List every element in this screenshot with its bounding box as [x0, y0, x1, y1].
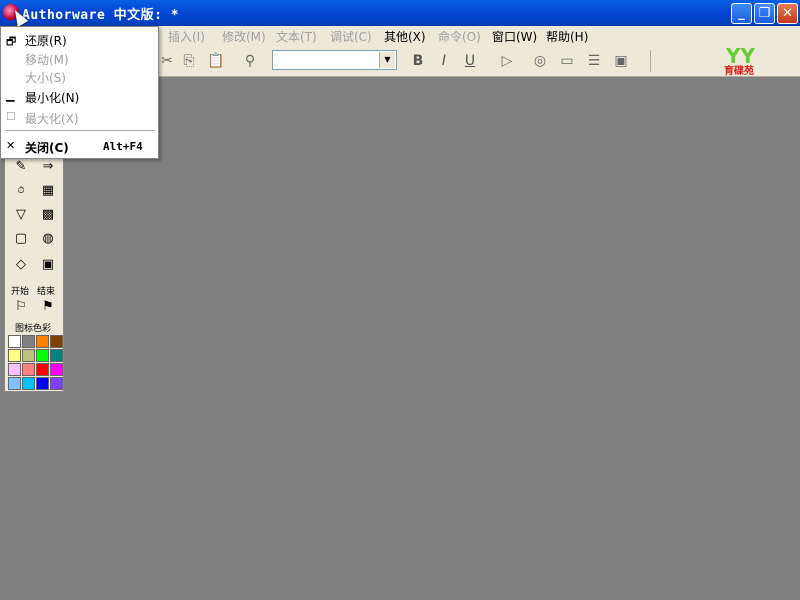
navigate-icon[interactable]: ⇒ — [38, 157, 58, 177]
color-swatch[interactable] — [36, 335, 49, 348]
menu-help[interactable]: 帮助(H) — [546, 28, 588, 45]
color-swatch[interactable] — [50, 349, 63, 362]
find-icon[interactable]: ⚲ — [241, 52, 259, 70]
end-flag-label: 结束 — [37, 287, 56, 297]
close-shortcut: Alt+F4 — [103, 140, 143, 153]
end-flag-icon[interactable]: ⚑ — [38, 297, 58, 317]
underline-button[interactable]: U — [461, 52, 479, 70]
framework-icon[interactable]: ▦ — [38, 181, 58, 201]
color-swatch[interactable] — [8, 335, 21, 348]
color-swatch[interactable] — [8, 377, 21, 390]
system-menu-minimize[interactable]: 最小化(N) — [25, 89, 79, 106]
color-swatch[interactable] — [50, 335, 63, 348]
color-swatch[interactable] — [36, 363, 49, 376]
decision-icon[interactable]: ▽ — [11, 205, 31, 225]
maximize-icon: ☐ — [6, 110, 16, 123]
system-menu: 🗗 还原(R) 移动(M) 大小(S) ▁ 最小化(N) ☐ 最大化(X) ✕ … — [0, 26, 159, 159]
toolbar-separator — [650, 50, 651, 72]
menu-insert[interactable]: 插入(I) — [168, 28, 205, 45]
start-flag-icon[interactable]: ⚐ — [11, 297, 31, 317]
start-flag-label: 开始 — [11, 287, 30, 297]
interaction-icon[interactable]: ◇ — [11, 255, 31, 275]
menu-modify[interactable]: 修改(M) — [222, 28, 266, 45]
digital-movie-icon[interactable]: ▩ — [38, 205, 58, 225]
knowledge-objects-icon[interactable]: ▣ — [612, 52, 630, 70]
calculation-icon[interactable]: ▢ — [11, 229, 31, 249]
cut-icon[interactable]: ✂ — [158, 52, 176, 70]
close-icon: ✕ — [6, 139, 16, 152]
color-swatch[interactable] — [22, 349, 35, 362]
menu-divider — [5, 130, 155, 131]
system-menu-restore[interactable]: 还原(R) — [25, 32, 67, 49]
font-select[interactable]: ▼ — [272, 50, 397, 70]
variables-icon[interactable]: ☰ — [585, 52, 603, 70]
close-button[interactable]: ✕ — [777, 3, 798, 24]
system-menu-move[interactable]: 移动(M) — [25, 51, 69, 68]
control-panel-icon[interactable]: ◎ — [531, 52, 549, 70]
menu-debug[interactable]: 调试(C) — [330, 28, 372, 45]
color-swatch[interactable] — [22, 363, 35, 376]
color-swatch[interactable] — [36, 377, 49, 390]
system-menu-close[interactable]: 关闭(C) — [25, 139, 69, 156]
bold-button[interactable]: B — [409, 52, 427, 70]
menu-text[interactable]: 文本(T) — [276, 28, 317, 45]
erase-icon[interactable]: ✎ — [11, 157, 31, 177]
window-title: Authorware 中文版: * — [22, 8, 180, 23]
dvd-icon[interactable]: ◍ — [38, 229, 58, 249]
knowledge-object-icon[interactable]: ▣ — [38, 255, 58, 275]
color-swatch[interactable] — [8, 349, 21, 362]
color-swatch[interactable] — [8, 363, 21, 376]
title-bar: Authorware 中文版: * _ ❐ ✕ — [0, 0, 800, 26]
paste-icon[interactable]: 📋 — [207, 52, 225, 70]
system-menu-maximize[interactable]: 最大化(X) — [25, 110, 79, 127]
color-swatch[interactable] — [50, 377, 63, 390]
run-icon[interactable]: ▷ — [498, 52, 516, 70]
copy-icon[interactable]: ⎘ — [180, 52, 198, 70]
italic-button[interactable]: I — [435, 52, 453, 70]
color-swatch[interactable] — [36, 349, 49, 362]
color-swatch[interactable] — [22, 377, 35, 390]
minimize-button[interactable]: _ — [731, 3, 752, 24]
minimize-icon: ▁ — [6, 89, 15, 102]
icon-color-label: 图标色彩 — [15, 324, 52, 334]
wait-icon[interactable]: ⏱ — [11, 181, 31, 201]
menu-window[interactable]: 窗口(W) — [492, 28, 537, 45]
color-swatch[interactable] — [50, 363, 63, 376]
functions-icon[interactable]: ▭ — [558, 52, 576, 70]
restore-icon: 🗗 — [6, 35, 17, 48]
logo: YY 育碟苑 — [722, 44, 780, 77]
menu-other[interactable]: 其他(X) — [384, 28, 426, 45]
menu-command[interactable]: 命令(O) — [438, 28, 481, 45]
chevron-down-icon[interactable]: ▼ — [379, 52, 395, 68]
maximize-button[interactable]: ❐ — [754, 3, 775, 24]
logo-caption: 育碟苑 — [724, 66, 754, 77]
color-swatch[interactable] — [22, 335, 35, 348]
system-menu-size[interactable]: 大小(S) — [25, 69, 66, 86]
